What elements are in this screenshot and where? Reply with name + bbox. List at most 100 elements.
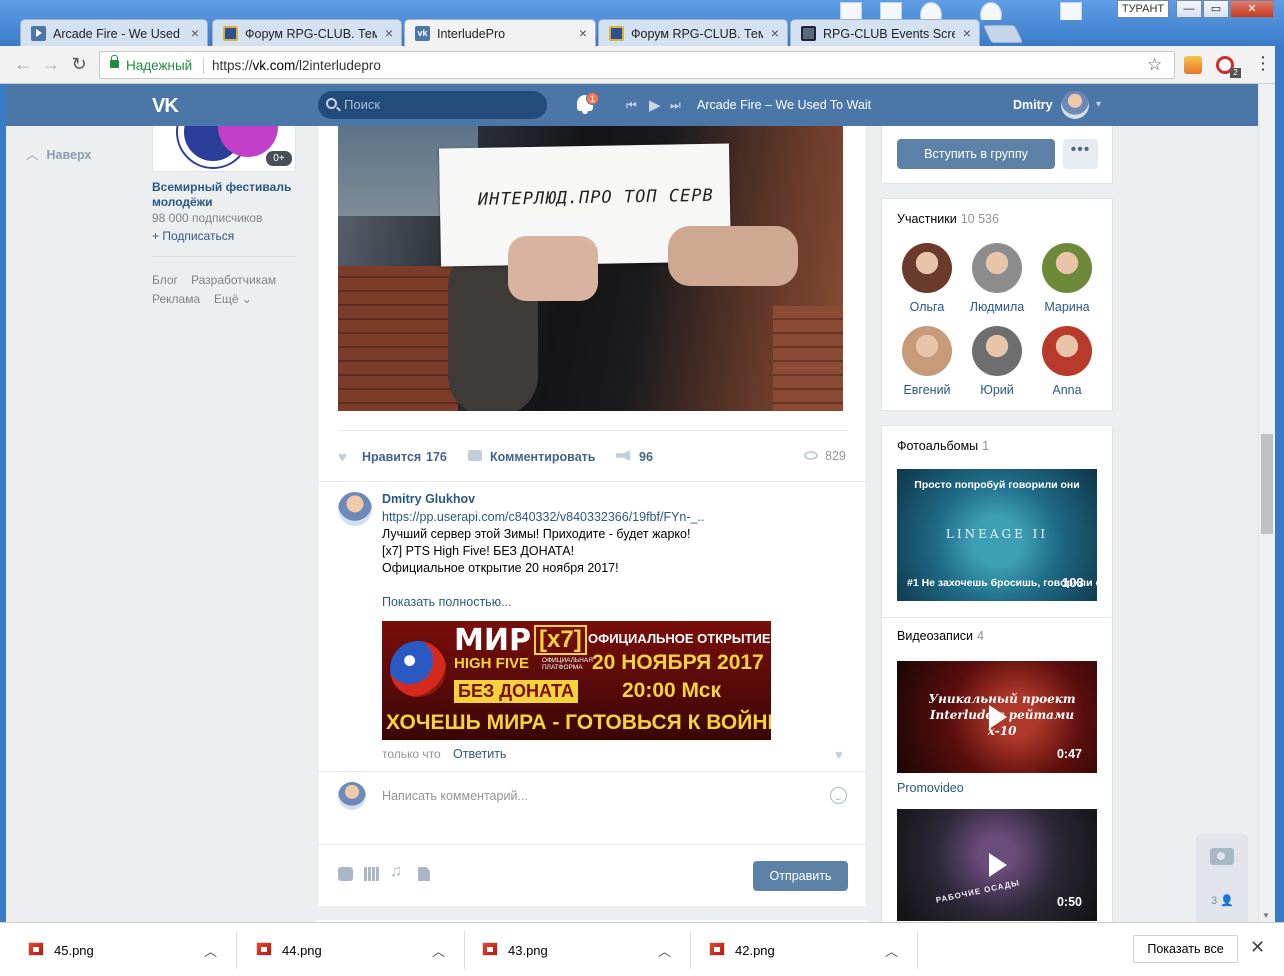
show-all-downloads-button[interactable]: Показать все xyxy=(1133,935,1238,963)
back-to-top-link[interactable]: ︿ Наверх xyxy=(26,144,91,163)
member-item[interactable]: Ольга xyxy=(892,243,962,314)
scrollbar-thumb[interactable] xyxy=(1261,434,1273,534)
chevron-up-icon[interactable]: ︿ xyxy=(204,941,217,960)
member-item[interactable]: Anna xyxy=(1032,326,1102,397)
ad-subscribe-link[interactable]: + Подписаться xyxy=(152,229,234,243)
maximize-icon[interactable]: ▭ xyxy=(1203,0,1229,18)
send-button[interactable]: Отправить xyxy=(753,861,848,891)
tab-close-icon[interactable]: × xyxy=(771,25,779,41)
chevron-up-icon[interactable]: ︿ xyxy=(885,941,898,960)
tab-close-icon[interactable]: × xyxy=(579,25,587,41)
new-tab-button[interactable] xyxy=(982,25,1024,43)
url-text[interactable]: https://vk.com/l2interludepro xyxy=(212,58,381,73)
download-item[interactable]: 45.png ︿ xyxy=(28,935,228,965)
download-item[interactable]: 42.png ︿ xyxy=(709,935,909,965)
footer-link-blog[interactable]: Блог xyxy=(152,273,178,287)
vk-logo[interactable]: VK xyxy=(152,95,179,118)
comment-author-avatar[interactable] xyxy=(338,492,372,526)
like-button[interactable]: Нравится xyxy=(362,450,421,464)
download-item[interactable]: 44.png ︿ xyxy=(256,935,456,965)
chevron-up-icon[interactable]: ︿ xyxy=(658,941,671,960)
play-icon[interactable]: ▶ xyxy=(649,96,661,114)
divider xyxy=(882,617,1112,618)
close-icon[interactable]: ✕ xyxy=(1250,937,1265,958)
now-playing-track[interactable]: Arcade Fire – We Used To Wait xyxy=(697,98,871,112)
heart-icon[interactable]: ♥ xyxy=(338,449,347,466)
share-megaphone-icon[interactable] xyxy=(616,450,630,461)
tab-close-icon[interactable]: × xyxy=(963,25,971,41)
show-more-link[interactable]: Показать полностью... xyxy=(382,595,512,609)
download-item[interactable]: 43.png ︿ xyxy=(482,935,682,965)
video-duration: 0:50 xyxy=(1056,895,1082,909)
music-note-icon[interactable]: ♫ xyxy=(390,863,405,880)
comment-banner-image[interactable]: МИР [x7] ОФИЦИАЛЬНОЕ ОТКРЫТИЕ HIGH FIVE … xyxy=(382,621,771,740)
eye-icon xyxy=(804,451,818,460)
image-file-icon xyxy=(28,942,44,956)
tab-interludepro[interactable]: vk InterludePro × xyxy=(404,19,596,47)
member-item[interactable]: Юрий xyxy=(962,326,1032,397)
bookmark-star-icon[interactable]: ☆ xyxy=(1147,55,1162,75)
footer-link-more[interactable]: Ещё ⌄ xyxy=(214,292,252,306)
heart-icon[interactable]: ♥ xyxy=(835,747,843,762)
tab-rpg-club-events[interactable]: RPG-CLUB Events Screen × xyxy=(790,19,980,46)
chevron-up-icon[interactable]: ︿ xyxy=(432,941,445,960)
document-icon[interactable] xyxy=(418,867,430,881)
albums-count: 1 xyxy=(982,439,990,453)
post-photo[interactable]: ИНТЕРЛЮД.ПРО ТОП СЕРВ xyxy=(338,126,843,411)
video-name-link[interactable]: Promovideo xyxy=(897,781,964,795)
chevron-down-icon[interactable]: ▾ xyxy=(1096,99,1101,110)
comment-link[interactable]: https://pp.userapi.com/c840332/v84033236… xyxy=(382,510,704,524)
comment-icon[interactable] xyxy=(468,450,482,461)
footer-link-developers[interactable]: Разработчикам xyxy=(191,273,276,287)
search-input[interactable]: Поиск xyxy=(318,91,547,119)
tab-close-icon[interactable]: × xyxy=(191,25,199,41)
members-title[interactable]: Участники 10 536 xyxy=(897,212,999,226)
camera-icon[interactable] xyxy=(338,867,353,881)
comment-input[interactable]: Написать комментарий... xyxy=(382,789,528,803)
close-icon[interactable]: ✕ xyxy=(1230,0,1274,18)
browser-menu-icon[interactable]: ⋮ xyxy=(1254,54,1272,72)
footer-link-ads[interactable]: Реклама xyxy=(152,292,200,306)
user-avatar[interactable] xyxy=(1061,91,1089,119)
tab-arcade-fire[interactable]: Arcade Fire - We Used × xyxy=(20,19,208,46)
smiley-icon[interactable] xyxy=(830,787,847,804)
tab-rpg-club-forum[interactable]: Форум RPG-CLUB. Тема × xyxy=(212,19,402,46)
photo-album-thumbnail[interactable]: Просто попробуй говорили они LINEAGE II … xyxy=(897,469,1097,601)
secure-label: Надежный xyxy=(126,58,193,73)
join-group-button[interactable]: Вступить в группу xyxy=(897,139,1055,169)
more-actions-button[interactable]: ••• xyxy=(1063,139,1098,169)
videos-title[interactable]: Видеозаписи 4 xyxy=(897,629,984,643)
forward-arrow-icon[interactable]: → xyxy=(40,54,62,75)
previous-track-icon[interactable]: ⏮ xyxy=(626,98,637,113)
rpg-club-icon xyxy=(223,26,238,41)
opera-extension-icon[interactable]: 2 xyxy=(1216,56,1241,78)
scroll-down-icon[interactable]: ▼ xyxy=(1262,911,1270,920)
photo-albums-title[interactable]: Фотоальбомы 1 xyxy=(897,439,989,453)
reload-icon[interactable]: ↻ xyxy=(68,54,90,75)
extension-icon[interactable] xyxy=(1184,56,1202,74)
photo-upload-widget[interactable]: 3 👤 xyxy=(1196,834,1248,922)
page-scrollbar[interactable]: ▼ xyxy=(1258,84,1275,922)
tab-title: RPG-CLUB Events Screen xyxy=(823,27,955,41)
comment-author-name[interactable]: Dmitry Glukhov xyxy=(382,492,475,506)
video-thumbnail[interactable]: Уникальный проект Interlude с рейтами х-… xyxy=(897,661,1097,773)
search-icon xyxy=(326,98,337,109)
ad-title[interactable]: Всемирный фестиваль молодёжи xyxy=(152,180,302,210)
member-item[interactable]: Евгений xyxy=(892,326,962,397)
photo-widget-count: 3 👤 xyxy=(1211,895,1234,907)
back-arrow-icon[interactable]: ← xyxy=(12,54,34,75)
member-item[interactable]: Марина xyxy=(1032,243,1102,314)
comment-button[interactable]: Комментировать xyxy=(490,450,595,464)
member-item[interactable]: Людмила xyxy=(962,243,1032,314)
user-name[interactable]: Dmitry xyxy=(1013,98,1053,112)
comment-text-line: [x7] PTS High Five! БЕЗ ДОНАТА! xyxy=(382,544,575,558)
tab-close-icon[interactable]: × xyxy=(385,25,393,41)
tab-rpg-club-forum-2[interactable]: Форум RPG-CLUB. Тема × xyxy=(598,19,788,46)
film-icon[interactable] xyxy=(364,867,379,881)
minimize-icon[interactable]: — xyxy=(1176,0,1202,18)
members-count: 10 536 xyxy=(960,212,999,226)
address-bar[interactable]: Надежный https://vk.com/l2interludepro ☆ xyxy=(99,51,1175,79)
next-track-icon[interactable]: ⏭ xyxy=(670,98,681,113)
reply-link[interactable]: Ответить xyxy=(453,747,506,761)
video-thumbnail[interactable]: РАБОЧИЕ ОСАДЫ 0:50 xyxy=(897,809,1097,921)
